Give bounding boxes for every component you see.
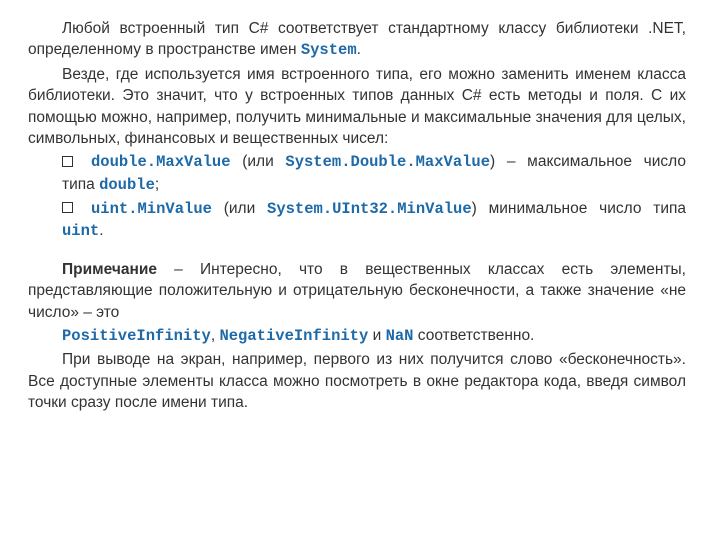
paragraph-note: Примечание – Интересно, что в вещественн… <box>28 259 686 323</box>
text: (или <box>212 200 267 217</box>
spacer <box>28 245 686 259</box>
code-system-double-max: System.Double.MaxValue <box>285 153 490 171</box>
code-uint-min: uint.MinValue <box>91 200 212 218</box>
text: ) минимальное число типа <box>472 200 686 217</box>
code-double-max: double.MaxValue <box>91 153 231 171</box>
bullet-uint-min: uint.MinValue (или System.UInt32.MinValu… <box>28 198 686 243</box>
code-double: double <box>99 176 155 194</box>
note-label: Примечание <box>62 261 157 278</box>
code-pos-inf: PositiveInfinity <box>62 327 211 345</box>
paragraph-explain: Везде, где используется имя встроенного … <box>28 64 686 150</box>
text: (или <box>231 153 286 170</box>
code-system-uint32-min: System.UInt32.MinValue <box>267 200 472 218</box>
bullet-icon <box>62 156 73 167</box>
paragraph-infinity: PositiveInfinity, NegativeInfinity и NaN… <box>28 325 686 347</box>
bullet-icon <box>62 202 73 213</box>
code-neg-inf: NegativeInfinity <box>219 327 368 345</box>
text: и <box>368 327 385 344</box>
text: ; <box>155 176 159 193</box>
text: . <box>357 41 361 58</box>
text: . <box>99 222 103 239</box>
document-body: Любой встроенный тип C# соответствует ст… <box>0 0 720 413</box>
text: соответственно. <box>413 327 534 344</box>
paragraph-intro: Любой встроенный тип C# соответствует ст… <box>28 18 686 62</box>
bullet-double-max: double.MaxValue (или System.Double.MaxVa… <box>28 151 686 196</box>
code-system: System <box>301 41 357 59</box>
paragraph-output: При выводе на экран, например, первого и… <box>28 349 686 413</box>
code-nan: NaN <box>386 327 414 345</box>
code-uint: uint <box>62 222 99 240</box>
